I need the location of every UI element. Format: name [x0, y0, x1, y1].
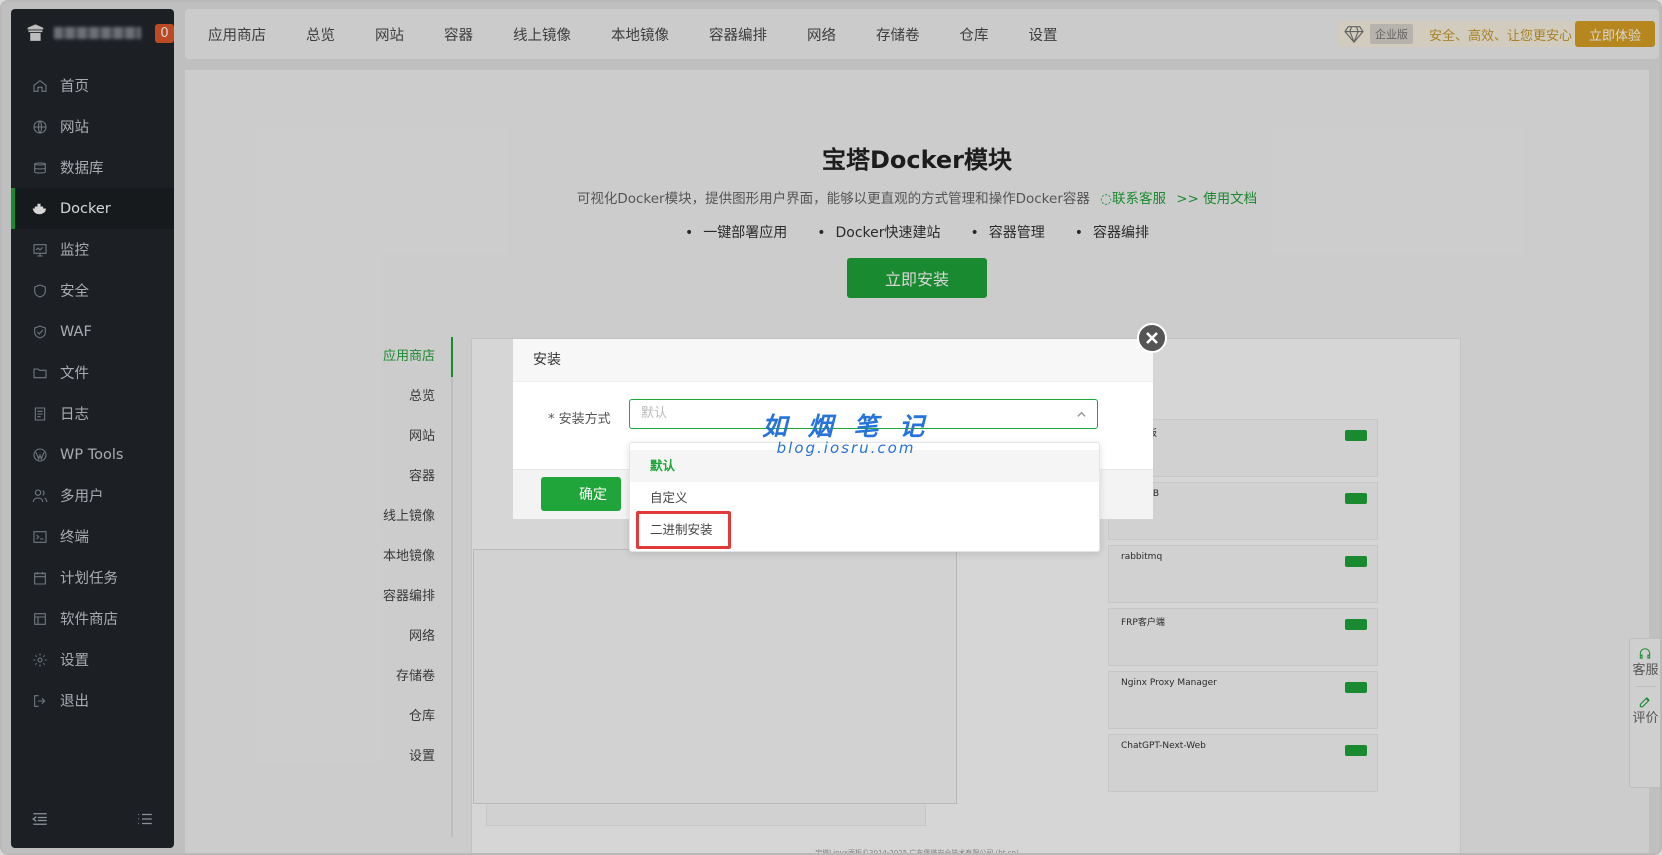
- watermark-title: 如 烟 笔 记: [762, 412, 931, 441]
- chevron-up-icon: [1077, 411, 1086, 417]
- install-method-label: * 安装方式: [548, 412, 611, 427]
- watermark-url: blog.iosru.com: [776, 439, 916, 457]
- modal-title: 安装: [513, 339, 1153, 382]
- select-placeholder: 默认: [641, 406, 668, 421]
- close-icon: [1146, 332, 1158, 344]
- modal-close-button[interactable]: [1137, 323, 1167, 353]
- highlight-box: [636, 511, 731, 549]
- watermark: 如 烟 笔 记 blog.iosru.com: [762, 407, 930, 457]
- app-window: 0 首页 网站 数据库 Docker 监控 安全 WAF 文件 日志 WP Tools 多用户 终端计…: [0, 0, 1662, 855]
- confirm-button[interactable]: 确定: [541, 477, 621, 511]
- dropdown-option-1[interactable]: 自定义: [630, 482, 1099, 514]
